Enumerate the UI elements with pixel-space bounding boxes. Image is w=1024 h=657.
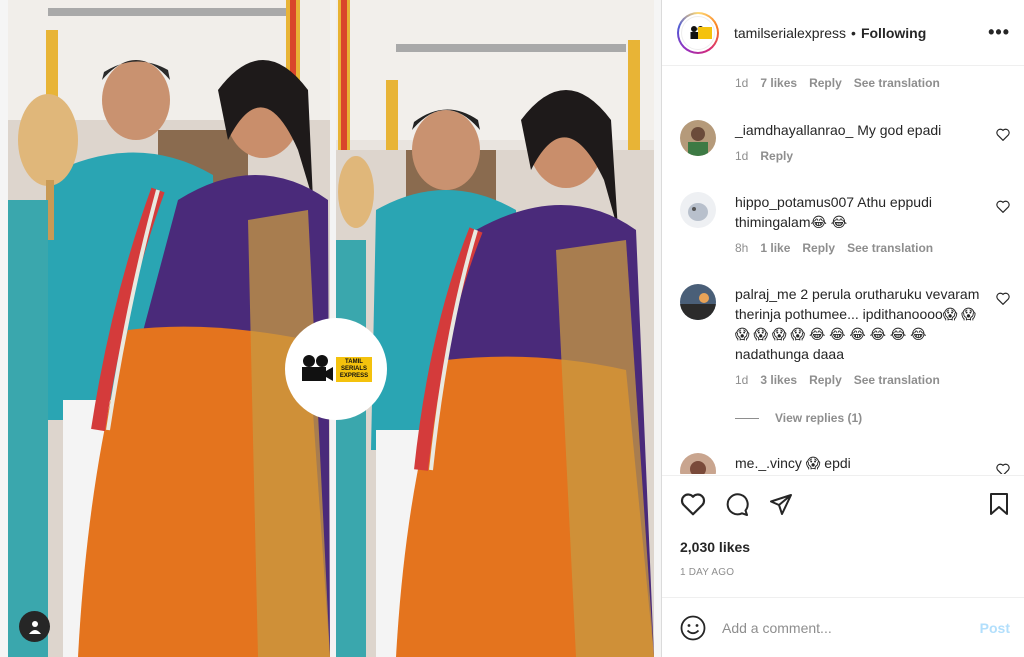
commenter-avatar[interactable] xyxy=(680,120,716,156)
post-actions: 2,030 likes 1 DAY AGO xyxy=(662,475,1024,597)
watermark-logo: TAMIL SERIALS EXPRESS xyxy=(285,318,387,420)
comment-icon[interactable] xyxy=(724,492,750,516)
comments-list[interactable]: 1d 7 likes Reply See translation _iamdha… xyxy=(662,67,1024,474)
photo-left xyxy=(8,0,330,657)
image-edge xyxy=(654,0,661,657)
like-comment-icon[interactable] xyxy=(996,292,1010,305)
avatar-badge xyxy=(698,26,712,39)
like-comment-icon[interactable] xyxy=(996,200,1010,213)
see-translation-button[interactable]: See translation xyxy=(854,73,940,93)
view-replies-button[interactable]: View replies (1) xyxy=(735,411,862,425)
image-edge xyxy=(0,0,8,657)
commenter-username[interactable]: me._.vincy xyxy=(735,455,802,471)
heart-icon[interactable] xyxy=(680,492,706,516)
commenter-avatar[interactable] xyxy=(680,192,716,228)
bookmark-icon[interactable] xyxy=(988,492,1010,516)
comment-time: 1d xyxy=(735,149,749,163)
post-sidebar: tamilserialexpress • Following ••• 1d 7 … xyxy=(661,0,1024,657)
likes-count[interactable]: 2,030 likes xyxy=(680,539,750,555)
replies-line xyxy=(735,417,759,419)
comment-time: 8h xyxy=(735,241,749,255)
post-date: 1 DAY AGO xyxy=(680,567,735,578)
reply-button[interactable]: Reply xyxy=(809,370,842,390)
post-image[interactable]: TAMIL SERIALS EXPRESS xyxy=(0,0,661,657)
comment-input[interactable] xyxy=(722,619,962,636)
commenter-username[interactable]: _iamdhayallanrao_ xyxy=(735,122,853,138)
comment-meta: 1d 7 likes Reply See translation xyxy=(735,67,993,93)
reply-button[interactable]: Reply xyxy=(760,146,793,166)
like-comment-icon[interactable] xyxy=(996,128,1010,141)
camera-icon xyxy=(302,355,333,381)
commenter-avatar[interactable] xyxy=(680,284,716,320)
commenter-username[interactable]: palraj_me xyxy=(735,286,796,302)
reply-button[interactable]: Reply xyxy=(802,238,835,258)
watermark-badge: TAMIL SERIALS EXPRESS xyxy=(336,356,372,382)
avatar[interactable] xyxy=(677,11,719,54)
post-button[interactable]: Post xyxy=(980,620,1010,636)
user-icon xyxy=(28,620,41,634)
comment-meta: 8h 1 like Reply See translation xyxy=(735,238,993,258)
post-header: tamilserialexpress • Following ••• xyxy=(662,0,1024,66)
see-translation-button[interactable]: See translation xyxy=(854,370,940,390)
add-comment-bar: Post xyxy=(662,597,1024,657)
comment-meta: 1d 3 likes Reply See translation xyxy=(735,370,993,390)
comment-time: 1d xyxy=(735,76,749,90)
username-link[interactable]: tamilserialexpress xyxy=(734,25,846,41)
like-comment-icon[interactable] xyxy=(996,463,1010,474)
emoji-icon[interactable] xyxy=(680,615,706,641)
photo-right xyxy=(336,0,654,657)
commenter-username[interactable]: hippo_potamus007 xyxy=(735,194,854,210)
comment-text: 😱 epdi xyxy=(805,455,851,471)
reply-button[interactable]: Reply xyxy=(809,73,842,93)
watermark-text: TAMIL SERIALS EXPRESS xyxy=(339,358,369,379)
share-icon[interactable] xyxy=(768,492,794,516)
comment-likes[interactable]: 1 like xyxy=(760,238,790,258)
comment-likes[interactable]: 7 likes xyxy=(760,73,797,93)
commenter-avatar[interactable] xyxy=(680,453,716,474)
see-translation-button[interactable]: See translation xyxy=(847,238,933,258)
comment-time: 1d xyxy=(735,373,749,387)
view-replies-label: View replies (1) xyxy=(775,411,863,425)
comment-likes[interactable]: 3 likes xyxy=(760,370,797,390)
tagged-users-button[interactable] xyxy=(19,611,50,642)
separator-dot: • xyxy=(851,24,856,41)
following-button[interactable]: Following xyxy=(861,25,926,41)
comment-text: My god epadi xyxy=(857,122,942,138)
more-options-button[interactable]: ••• xyxy=(988,22,1010,43)
comment-meta: 1d Reply xyxy=(735,146,993,166)
